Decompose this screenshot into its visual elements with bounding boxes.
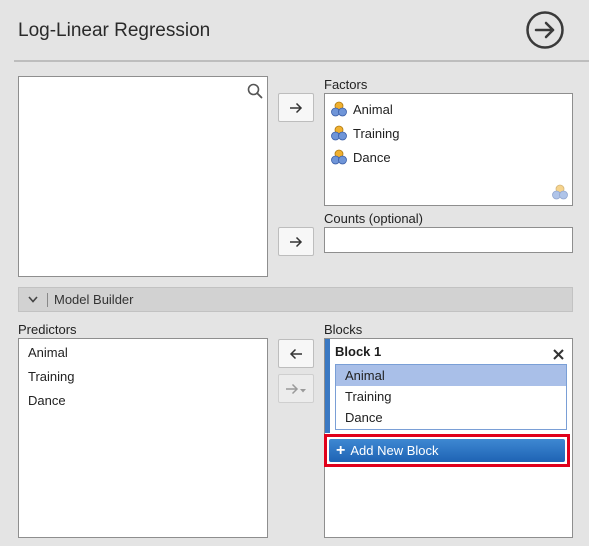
arrow-right-icon [290, 236, 303, 247]
factors-item-animal[interactable]: Animal [331, 97, 572, 121]
factor-label: Animal [353, 101, 393, 117]
model-builder-label: Model Builder [54, 292, 134, 307]
factor-label: Training [353, 125, 400, 141]
predictors-list[interactable]: Animal Training Dance [18, 338, 268, 538]
move-to-counts-button[interactable] [278, 227, 314, 256]
block-1-title: Block 1 [335, 344, 382, 359]
run-analysis-button[interactable] [526, 11, 564, 49]
nominal-variable-icon [552, 184, 568, 200]
factors-label: Factors [324, 77, 368, 92]
add-new-block-highlight: + Add New Block [324, 434, 570, 467]
move-to-predictors-button[interactable] [278, 339, 314, 368]
add-new-block-label: Add New Block [350, 443, 439, 458]
nominal-variable-icon [331, 101, 347, 117]
arrow-circle-right-icon [526, 11, 564, 49]
nominal-variable-icon [331, 125, 347, 141]
factors-item-training[interactable]: Training [331, 121, 572, 145]
page-title: Log-Linear Regression [18, 20, 211, 41]
blocks-label: Blocks [324, 322, 363, 337]
source-variable-list[interactable] [18, 76, 268, 277]
arrow-right-dropdown-icon [286, 383, 306, 394]
add-new-block-button[interactable]: + Add New Block [329, 439, 565, 462]
nominal-variable-icon [331, 149, 347, 165]
header-divider [14, 60, 589, 62]
close-icon [553, 349, 564, 360]
model-builder-section-header[interactable]: Model Builder [18, 287, 573, 312]
counts-label: Counts (optional) [324, 211, 423, 226]
move-to-factors-button[interactable] [278, 93, 314, 122]
block-1-item-animal[interactable]: Animal [336, 365, 566, 386]
block-1-item-training[interactable]: Training [336, 386, 566, 407]
plus-icon: + [336, 441, 346, 459]
factor-label: Dance [353, 149, 391, 165]
predictors-item-training[interactable]: Training [19, 365, 267, 389]
arrow-left-icon [289, 348, 302, 359]
add-to-block-button[interactable] [278, 374, 314, 403]
block-1-indicator-bar [325, 339, 330, 433]
block-1-item-dance[interactable]: Dance [336, 407, 566, 428]
chevron-down-icon [19, 294, 47, 306]
block-1-terms-list[interactable]: Animal Training Dance [335, 364, 567, 430]
section-separator [47, 292, 48, 307]
predictors-item-animal[interactable]: Animal [19, 341, 267, 365]
predictors-label: Predictors [18, 322, 77, 337]
predictors-item-dance[interactable]: Dance [19, 389, 267, 413]
search-icon[interactable] [247, 83, 263, 99]
arrow-right-icon [290, 102, 303, 113]
factors-list[interactable]: Animal Training Dance [324, 93, 573, 206]
counts-field[interactable] [324, 227, 573, 253]
factors-item-dance[interactable]: Dance [331, 145, 572, 169]
remove-block-button[interactable] [553, 347, 564, 365]
